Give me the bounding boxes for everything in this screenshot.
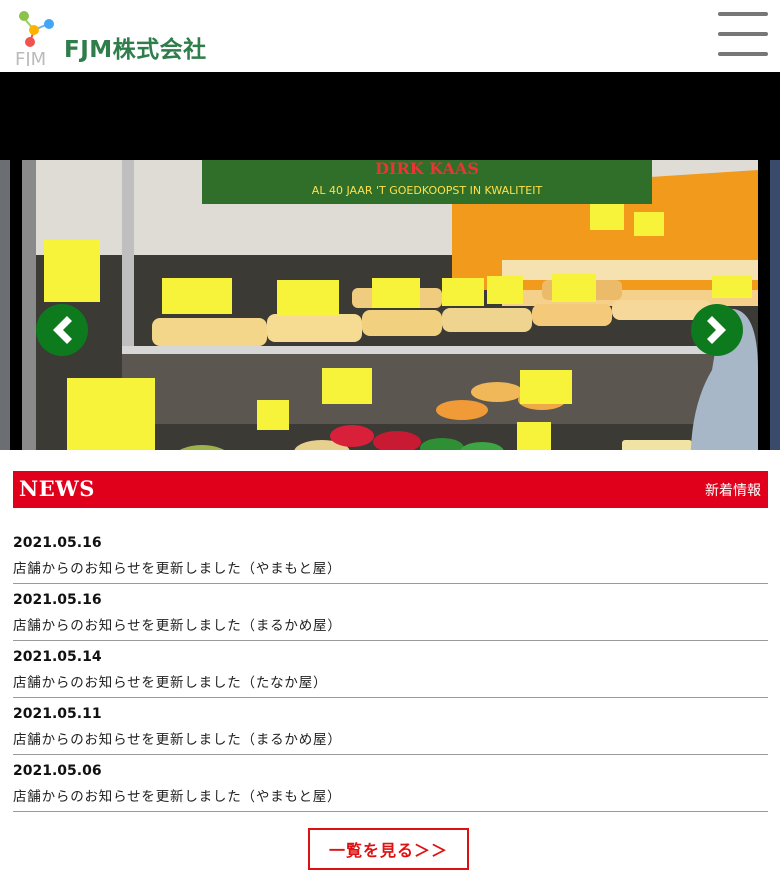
next-slide-peek [770, 160, 780, 450]
slider-next-button[interactable] [691, 304, 743, 356]
hamburger-icon-bar [718, 32, 768, 36]
news-section-header: NEWS 新着情報 [13, 471, 768, 508]
news-subtitle: 新着情報 [705, 483, 761, 499]
company-logo[interactable]: FJM FJM株式会社 [14, 8, 214, 70]
news-title: NEWS [19, 476, 95, 501]
news-date: 2021.05.16 [13, 592, 102, 608]
cheese-market-photo: DIRK KAAS AL 40 JAAR 'T GOEDKOOPST IN KW… [22, 160, 758, 450]
hamburger-menu-button[interactable] [718, 12, 768, 56]
news-text: 店舗からのお知らせを更新しました（やまもと屋） [13, 789, 342, 805]
news-text: 店舗からのお知らせを更新しました（やまもと屋） [13, 561, 342, 577]
company-name: FJM株式会社 [64, 37, 207, 63]
banner-sub-text: AL 40 JAAR 'T GOEDKOOPST IN KWALITEIT [312, 184, 543, 197]
news-date: 2021.05.16 [13, 535, 102, 551]
news-text: 店舗からのお知らせを更新しました（まるかめ屋） [13, 732, 342, 748]
news-list-item[interactable]: 2021.05.16 店舗からのお知らせを更新しました（まるかめ屋） [13, 584, 768, 641]
previous-slide-peek [0, 160, 10, 450]
news-list: 2021.05.16 店舗からのお知らせを更新しました（やまもと屋） 2021.… [13, 527, 768, 812]
news-list-item[interactable]: 2021.05.11 店舗からのお知らせを更新しました（まるかめ屋） [13, 698, 768, 755]
slider-prev-button[interactable] [36, 304, 88, 356]
view-all-news-button[interactable]: 一覧を見る＞＞ [308, 828, 469, 870]
hero-slider[interactable]: DIRK KAAS AL 40 JAAR 'T GOEDKOOPST IN KW… [0, 72, 780, 450]
hamburger-icon-bar [718, 52, 768, 56]
logo-mark-text: FJM [15, 49, 46, 66]
news-list-item[interactable]: 2021.05.06 店舗からのお知らせを更新しました（やまもと屋） [13, 755, 768, 812]
news-text: 店舗からのお知らせを更新しました（たなか屋） [13, 675, 328, 691]
hamburger-icon-bar [718, 12, 768, 16]
news-text: 店舗からのお知らせを更新しました（まるかめ屋） [13, 618, 342, 634]
chevron-right-icon [707, 316, 726, 344]
news-date: 2021.05.11 [13, 706, 102, 722]
news-date: 2021.05.14 [13, 649, 102, 665]
site-header: FJM FJM株式会社 [0, 0, 780, 72]
banner-text: DIRK KAAS [375, 160, 479, 178]
logo-molecule-icon: FJM [15, 11, 54, 70]
news-date: 2021.05.06 [13, 763, 102, 779]
news-list-item[interactable]: 2021.05.14 店舗からのお知らせを更新しました（たなか屋） [13, 641, 768, 698]
chevron-left-icon [53, 316, 72, 344]
news-list-item[interactable]: 2021.05.16 店舗からのお知らせを更新しました（やまもと屋） [13, 527, 768, 584]
